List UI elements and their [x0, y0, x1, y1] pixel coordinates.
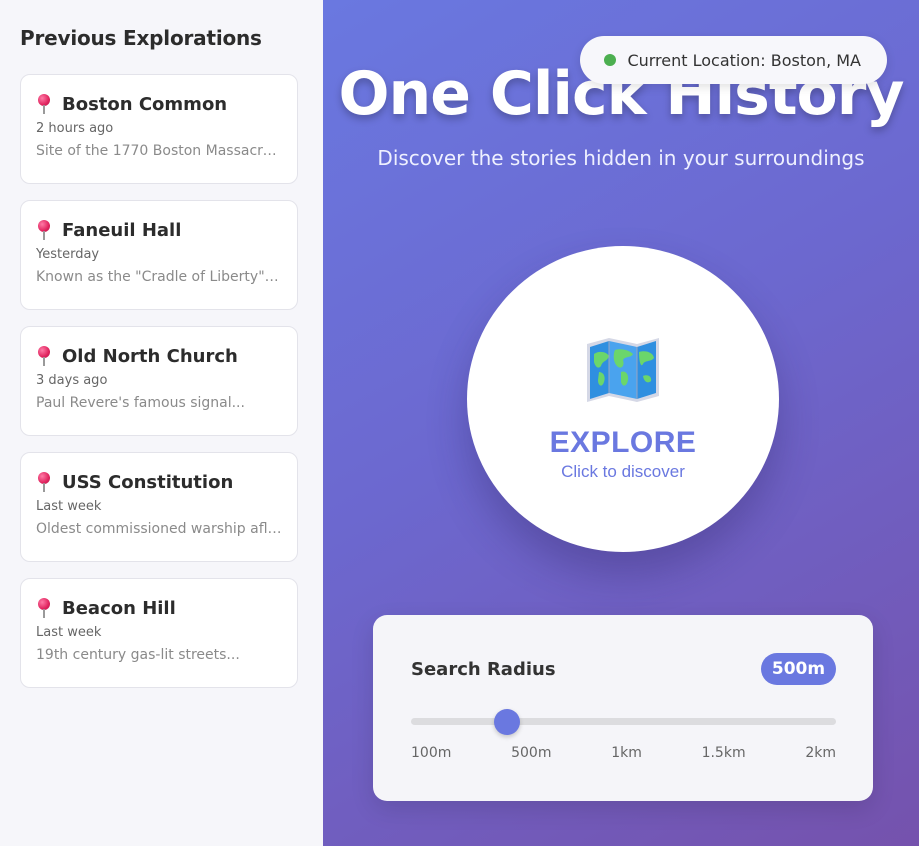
location-indicator: Current Location: Boston, MA — [580, 36, 887, 84]
history-item-time: 3 days ago — [36, 373, 108, 388]
search-radius-slider[interactable] — [411, 709, 836, 735]
history-item-beacon-hill[interactable]: Beacon Hill Last week 19th century gas-l… — [20, 578, 298, 688]
card-header: Old North Church — [36, 343, 282, 369]
tick-label: 1.5km — [701, 745, 746, 761]
sidebar-title: Previous Explorations — [20, 26, 262, 50]
tick-label: 500m — [511, 745, 552, 761]
history-item-description: Paul Revere's famous signal... — [36, 395, 245, 411]
explore-label: EXPLORE — [549, 426, 697, 459]
history-item-description: Oldest commissioned warship afloat in th… — [36, 521, 282, 537]
history-item-faneuil-hall[interactable]: Faneuil Hall Yesterday Known as the "Cra… — [20, 200, 298, 310]
history-item-boston-common[interactable]: Boston Common 2 hours ago Site of the 17… — [20, 74, 298, 184]
location-status-dot — [604, 54, 617, 66]
history-item-title: USS Constitution — [62, 471, 234, 493]
search-radius-slider-thumb[interactable] — [493, 709, 520, 735]
search-radius-label: Search Radius — [411, 659, 556, 680]
history-list: Boston Common 2 hours ago Site of the 17… — [20, 74, 303, 688]
history-item-time: 2 hours ago — [36, 121, 114, 136]
pin-icon — [36, 597, 52, 619]
history-item-title: Beacon Hill — [62, 597, 176, 619]
history-item-description: Known as the "Cradle of Liberty" for its… — [36, 269, 282, 285]
sidebar: Previous Explorations Boston Common 2 ho… — [0, 0, 323, 846]
card-header: USS Constitution — [36, 469, 282, 495]
tick-label: 2km — [805, 745, 836, 761]
history-item-old-north-church[interactable]: Old North Church 3 days ago Paul Revere'… — [20, 326, 298, 436]
history-item-uss-constitution[interactable]: USS Constitution Last week Oldest commis… — [20, 452, 298, 562]
main-panel: One Click History Current Location: Bost… — [323, 0, 919, 846]
history-item-title: Old North Church — [62, 345, 238, 367]
history-item-time: Last week — [36, 499, 102, 514]
location-text: Current Location: Boston, MA — [627, 50, 861, 70]
history-item-time: Last week — [36, 625, 102, 640]
search-radius-ticks: 100m 500m 1km 1.5km 2km — [411, 745, 836, 761]
history-item-time: Yesterday — [36, 247, 100, 262]
explore-sublabel: Click to discover — [561, 462, 685, 481]
tick-label: 100m — [411, 745, 452, 761]
search-radius-panel: Search Radius 500m 100m 500m 1km 1.5km 2… — [373, 615, 873, 801]
history-item-description: 19th century gas-lit streets... — [36, 647, 240, 663]
history-item-title: Faneuil Hall — [62, 219, 182, 241]
history-item-description: Site of the 1770 Boston Massacre and his… — [36, 143, 282, 159]
search-radius-value-badge: 500m — [761, 653, 836, 685]
card-header: Boston Common — [36, 91, 282, 117]
history-item-title: Boston Common — [62, 93, 228, 115]
pin-icon — [36, 471, 52, 493]
tick-label: 1km — [611, 745, 642, 761]
card-header: Beacon Hill — [36, 595, 282, 621]
pin-icon — [36, 219, 52, 241]
card-header: Faneuil Hall — [36, 217, 282, 243]
pin-icon — [36, 93, 52, 115]
pin-icon — [36, 345, 52, 367]
subtitle: Discover the stories hidden in your surr… — [377, 146, 865, 170]
world-map-icon — [587, 338, 659, 402]
explore-button[interactable]: EXPLORE Click to discover — [467, 246, 779, 552]
